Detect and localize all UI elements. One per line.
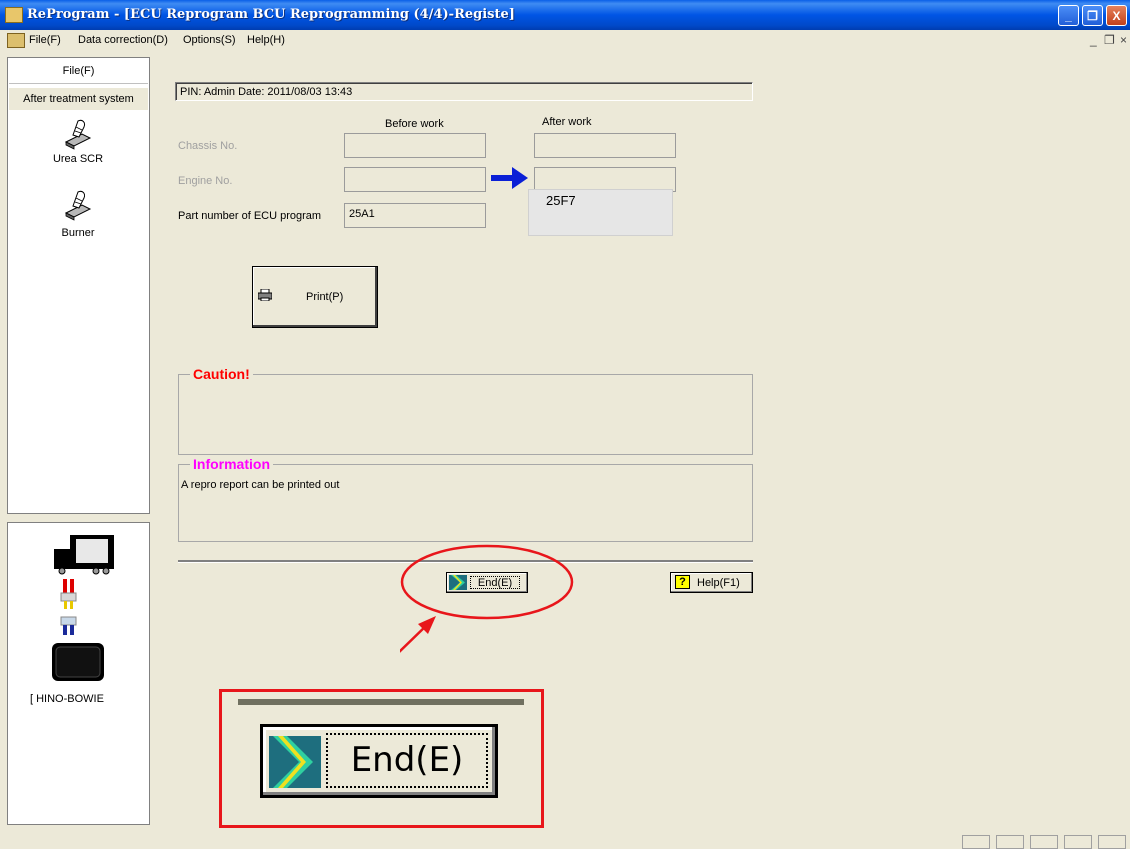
mdi-restore-button[interactable]: ❐: [1104, 33, 1115, 47]
part-number-label: Part number of ECU program: [178, 210, 322, 222]
status-cell: [1098, 835, 1126, 849]
status-cell: [962, 835, 990, 849]
column-after-work: After work: [542, 116, 592, 128]
zoom-divider: [238, 699, 524, 705]
mdi-minimize-button[interactable]: _: [1090, 33, 1097, 47]
help-icon: ?: [675, 575, 690, 589]
menu-options[interactable]: Options(S): [183, 34, 236, 46]
part-number-after-tooltip: 25F7: [528, 189, 673, 236]
vehicle-connection-icon: [52, 535, 114, 681]
mdi-close-button[interactable]: ×: [1120, 33, 1127, 47]
caution-group: [178, 374, 753, 455]
device-label: [ HINO-BOWIE: [30, 693, 104, 705]
tool-category-after-treatment[interactable]: After treatment system: [9, 88, 148, 110]
divider: [9, 83, 148, 84]
status-cell: [1064, 835, 1092, 849]
hand-tool-icon[interactable]: [64, 118, 92, 150]
menu-bar: [0, 30, 1130, 50]
chassis-before-field: [344, 133, 486, 158]
menu-help[interactable]: Help(H): [247, 34, 285, 46]
document-icon[interactable]: [7, 33, 25, 48]
printer-icon: [258, 289, 272, 301]
engine-before-field: [344, 167, 486, 192]
exit-arrow-icon: [269, 736, 321, 788]
zoom-end-label: End(E): [326, 733, 488, 788]
information-title: Information: [190, 456, 273, 472]
status-cell: [996, 835, 1024, 849]
column-before-work: Before work: [385, 118, 444, 130]
window-title: ReProgram - [ECU Reprogram BCU Reprogram…: [27, 7, 515, 22]
app-icon[interactable]: [5, 7, 23, 23]
help-button-label: Help(F1): [697, 577, 740, 589]
status-cell: [1030, 835, 1058, 849]
menu-file[interactable]: File(F): [29, 34, 61, 46]
engine-no-label: Engine No.: [178, 175, 233, 187]
caution-title: Caution!: [190, 366, 253, 382]
tool-panel-header[interactable]: File(F): [8, 65, 149, 77]
information-text: A repro report can be printed out: [181, 479, 340, 491]
menu-data-correction[interactable]: Data correction(D): [78, 34, 168, 46]
tool-urea-scr[interactable]: Urea SCR: [38, 153, 118, 165]
annotation-highlight: [400, 544, 574, 653]
close-button[interactable]: X: [1106, 5, 1127, 26]
chassis-after-field: [534, 133, 676, 158]
pin-date-text: PIN: Admin Date: 2011/08/03 13:43: [180, 86, 353, 98]
minimize-button[interactable]: _: [1058, 5, 1079, 26]
chassis-no-label: Chassis No.: [178, 140, 238, 152]
print-button-label: Print(P): [306, 291, 344, 303]
arrow-right-icon: [491, 167, 528, 189]
tool-burner[interactable]: Burner: [38, 227, 118, 239]
hand-tool-icon[interactable]: [64, 189, 92, 221]
part-number-before-field: 25A1: [344, 203, 486, 228]
information-group: [178, 464, 753, 542]
maximize-button[interactable]: ❐: [1082, 5, 1103, 26]
